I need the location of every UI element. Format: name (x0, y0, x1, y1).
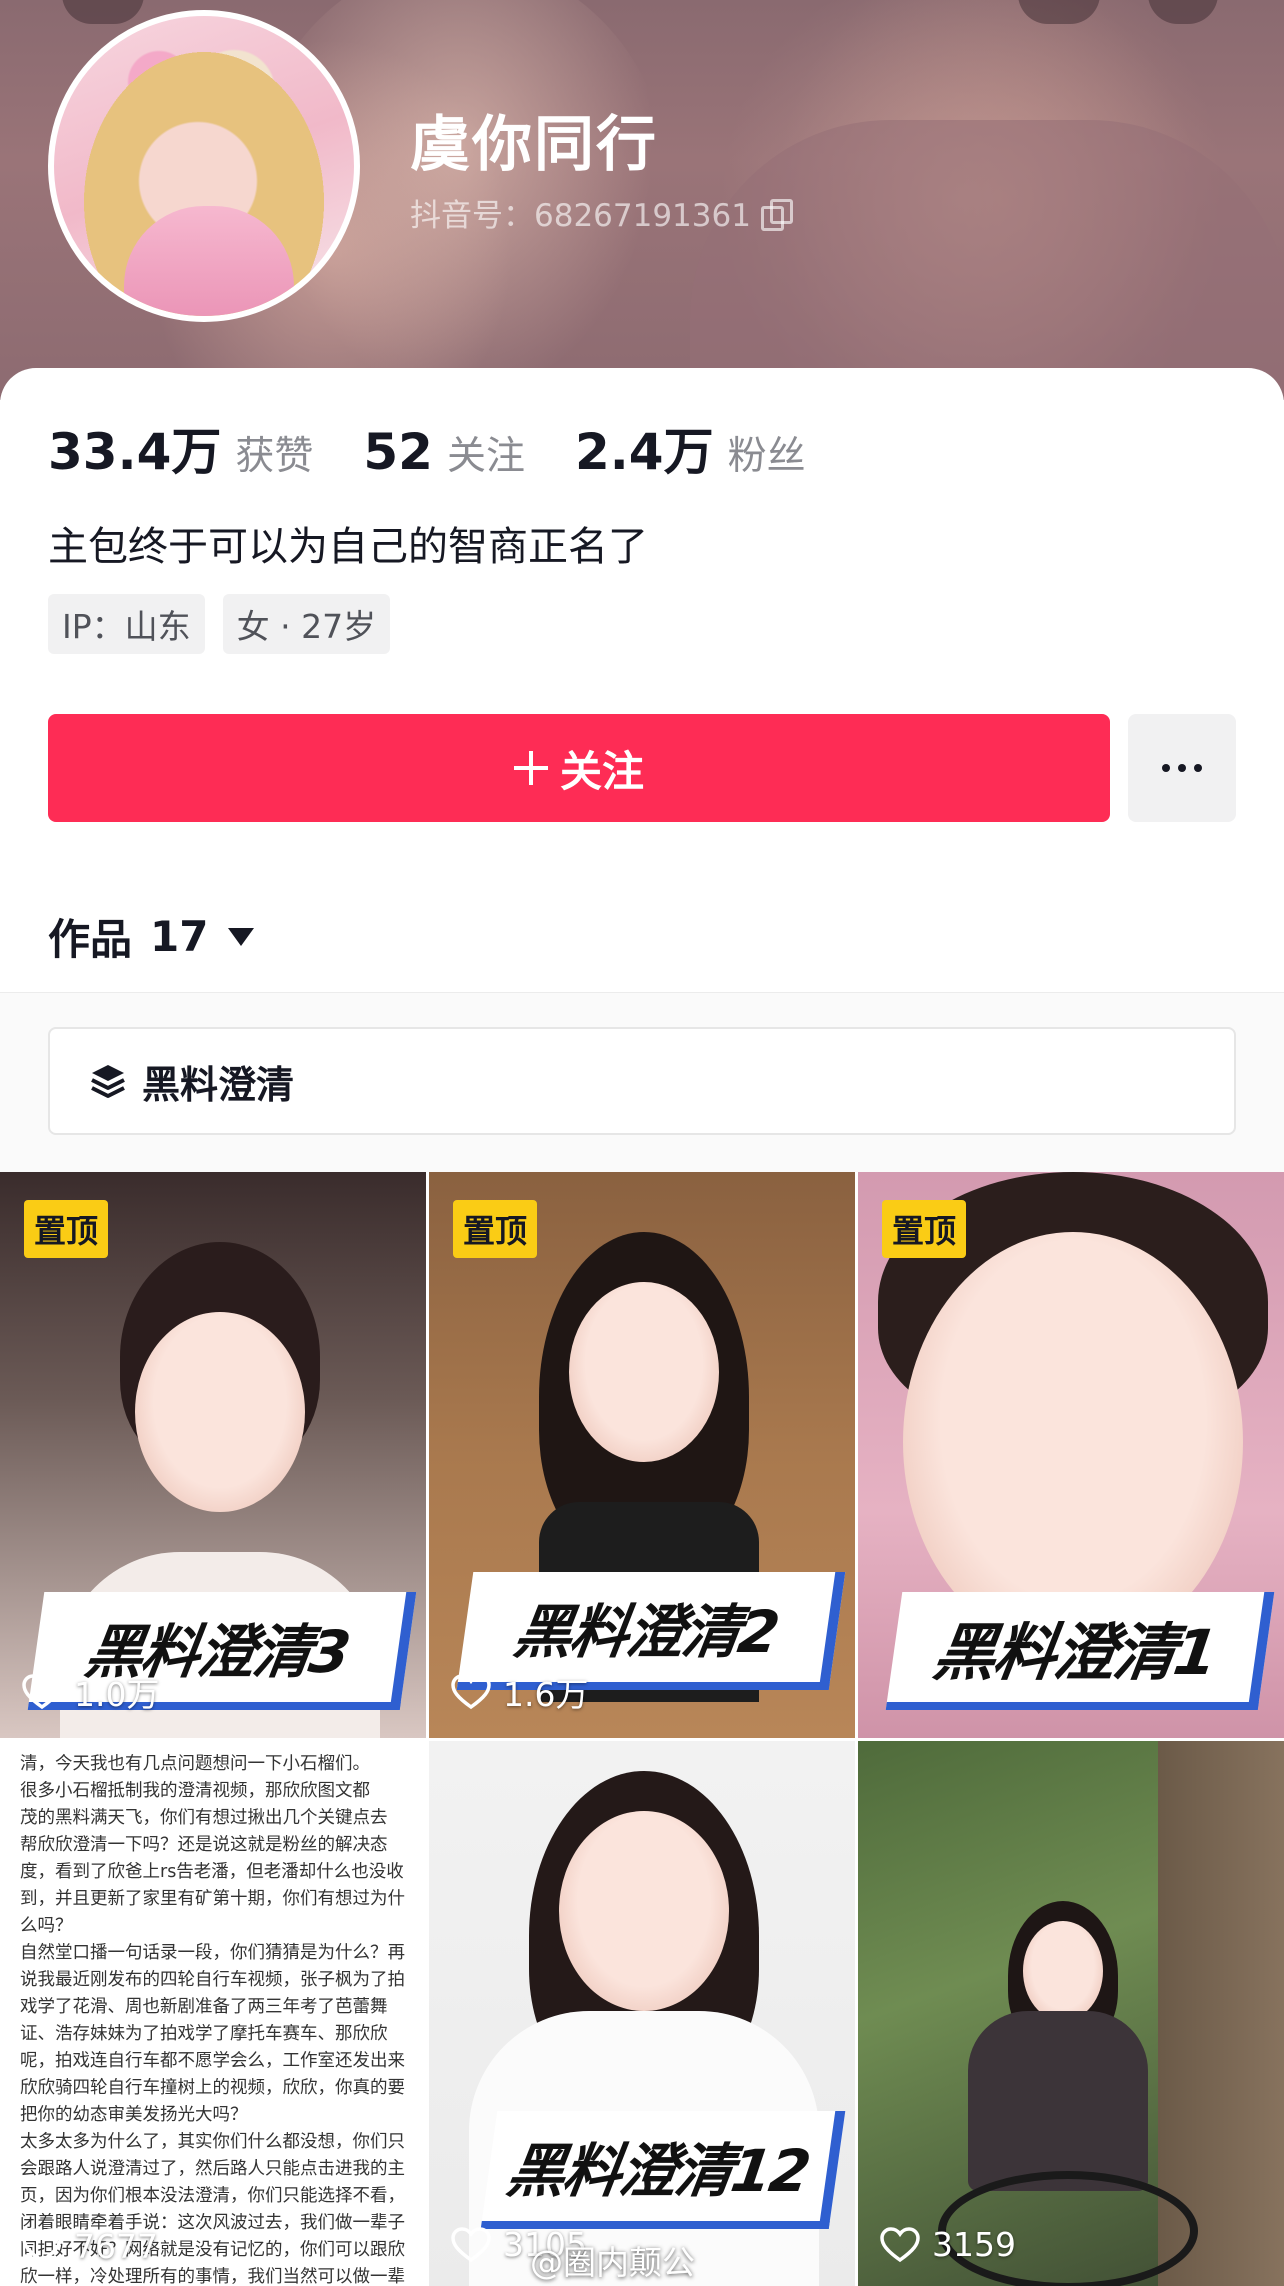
profile-tags: IP：山东 女 · 27岁 (48, 594, 391, 654)
thumbnail-text-line: 度，看到了欣爸上rs告老潘，但老潘却什么也没收 (20, 1862, 404, 1882)
thumbnail-text-line: 把你的幼态审美发扬光大吗？ (20, 2105, 248, 2125)
profile-stats: 33.4万 获赞 52 关注 2.4万 粉丝 (48, 412, 856, 484)
thumbnail-title: 黑料澄清1 (885, 1592, 1275, 1710)
stat-following-label: 关注 (446, 434, 525, 479)
heart-icon (880, 2226, 920, 2262)
heart-icon (22, 1674, 62, 1710)
stat-following-value: 52 (363, 423, 433, 481)
thumbnail-text-line: 页，因为你们根本没法澄清，你们只能选择不看， (20, 2186, 405, 2206)
like-count: 3159 (880, 2225, 1016, 2264)
thumbnail-face (559, 1811, 729, 2011)
pinned-badge: 置顶 (882, 1200, 967, 1258)
video-tile[interactable]: 置顶 黑料澄清1 (858, 1172, 1284, 1738)
stat-likes-value: 33.4万 (48, 423, 222, 481)
avatar-dress (124, 206, 294, 316)
thumbnail-text: 清，今天我也有几点问题想问一下小石榴们。 很多小石榴抵制我的澄清视频，那欣欣图文都… (20, 1751, 408, 2286)
heart-icon (451, 1674, 491, 1710)
pinned-badge: 置顶 (453, 1200, 538, 1258)
ellipsis-icon (1194, 764, 1202, 772)
douyin-id[interactable]: 抖音号：68267191361 (410, 190, 793, 235)
thumbnail-text-line: 会跟路人说澄清过了，然后路人只能点击进我的主 (20, 2159, 405, 2179)
like-count: 7677 (22, 2228, 158, 2264)
thumbnail-text-line: 很多小石榴抵制我的澄清视频，那欣欣图文都 (20, 1781, 370, 1801)
stat-likes[interactable]: 33.4万 获赞 (48, 412, 313, 484)
heart-icon (451, 2226, 491, 2262)
thumbnail-text-line: 呢，拍戏连自行车都不愿学会么，工作室还发出来 (20, 2051, 405, 2071)
back-button[interactable] (62, 0, 144, 24)
collection-label: 黑料澄清 (142, 1062, 295, 1107)
collection-button[interactable]: 黑料澄清 (48, 1027, 1236, 1135)
banner-shirt (690, 120, 1284, 400)
like-count-value: 1.6万 (503, 1675, 589, 1714)
profile-banner: 虞你同行 抖音号：68267191361 (0, 0, 1284, 400)
like-count-value: 3159 (932, 2225, 1016, 2264)
collection-section: 黑料澄清 (0, 992, 1284, 1172)
follow-button[interactable]: 关注 (48, 714, 1110, 822)
video-tile[interactable]: 黑料澄清12 3105 (429, 1741, 855, 2286)
tag-ip-location: IP：山东 (48, 594, 205, 654)
video-tile[interactable]: 置顶 黑料澄清3 1.0万 (0, 1172, 426, 1738)
like-count: 1.0万 (22, 1668, 159, 1716)
tag-gender-age: 女 · 27岁 (222, 594, 391, 654)
thumbnail-face (135, 1312, 305, 1512)
video-tile[interactable]: 清，今天我也有几点问题想问一下小石榴们。 很多小石榴抵制我的澄清视频，那欣欣图文都… (0, 1741, 426, 2286)
heart-icon (22, 2228, 62, 2264)
stat-following[interactable]: 52 关注 (363, 423, 525, 481)
pinned-badge: 置顶 (24, 1200, 109, 1258)
thumbnail-text-line: 说我最近刚发布的四轮自行车视频，张子枫为了拍 (20, 1970, 405, 1990)
stat-followers[interactable]: 2.4万 粉丝 (575, 412, 806, 484)
layers-icon (91, 1065, 125, 1098)
works-label: 作品 (48, 915, 133, 964)
thumbnail-title: 黑料澄清12 (480, 2111, 846, 2229)
thumbnail-jacket (968, 2011, 1148, 2191)
thumbnail-face (569, 1282, 719, 1462)
stat-likes-label: 获赞 (235, 434, 314, 479)
copy-icon[interactable] (760, 198, 793, 231)
stat-followers-value: 2.4万 (575, 423, 714, 481)
douyin-id-text: 抖音号：68267191361 (410, 198, 751, 234)
thumbnail-text-line: 自然堂口播一句话录一段，你们猜猜是为什么？再 (20, 1943, 405, 1963)
works-count: 17 (150, 912, 209, 961)
caret-down-icon (228, 927, 255, 946)
thumbnail-face (1023, 1921, 1103, 2021)
thumbnail-text-line: 戏学了花滑、周也新剧准备了两三年考了芭蕾舞 (20, 1997, 388, 2017)
thumbnail-text-line: 么吗？ (20, 1916, 73, 1936)
watermark: @圈内颠公 (530, 2243, 695, 2282)
bio: 主包终于可以为自己的智商正名了 (48, 524, 648, 570)
thumbnail-text-line: 清，今天我也有几点问题想问一下小石榴们。 (20, 1754, 370, 1774)
thumbnail-text-line: 太多太多为什么了，其实你们什么都没想，你们只 (20, 2132, 405, 2152)
follow-button-label: 关注 (559, 746, 644, 796)
like-count-value: 1.0万 (74, 1675, 160, 1714)
video-tile[interactable]: 3159 (858, 1741, 1284, 2286)
thumbnail-text-line: 欣一样，冷处理所有的事情，我们当然可以做一辈 (20, 2267, 405, 2286)
thumbnail-text-line: 茂的黑料满天飞，你们有想过揪出几个关键点去 (20, 1808, 388, 1828)
avatar[interactable] (48, 10, 360, 322)
ellipsis-icon (1178, 764, 1186, 772)
thumbnail-text-line: 帮欣欣澄清一下吗？还是说这就是粉丝的解决态 (20, 1835, 388, 1855)
thumbnail-text-line: 证、浩存妹妹为了拍戏学了摩托车赛车、那欣欣 (20, 2024, 388, 2044)
thumbnail-text-line: 欣欣骑四轮自行车撞树上的视频，欣欣，你真的要 (20, 2078, 405, 2098)
stat-followers-label: 粉丝 (727, 434, 806, 479)
video-grid: 置顶 黑料澄清3 1.0万 置顶 黑料澄清2 1.6万 置顶 黑料澄清1 清，今… (0, 1172, 1284, 2286)
thumbnail-face (903, 1232, 1243, 1652)
tab-works[interactable]: 作品 17 (48, 906, 255, 967)
plus-icon (513, 751, 548, 785)
like-count: 1.6万 (451, 1668, 588, 1716)
ellipsis-icon (1162, 764, 1170, 772)
top-more-button[interactable] (1148, 0, 1218, 24)
nickname: 虞你同行 (410, 110, 658, 180)
like-count-value: 7677 (74, 2226, 158, 2266)
video-tile[interactable]: 置顶 黑料澄清2 1.6万 (429, 1172, 855, 1738)
more-options-button[interactable] (1128, 714, 1236, 822)
thumbnail-text-line: 到，并且更新了家里有矿第十期，你们有想过为什 (20, 1889, 405, 1909)
